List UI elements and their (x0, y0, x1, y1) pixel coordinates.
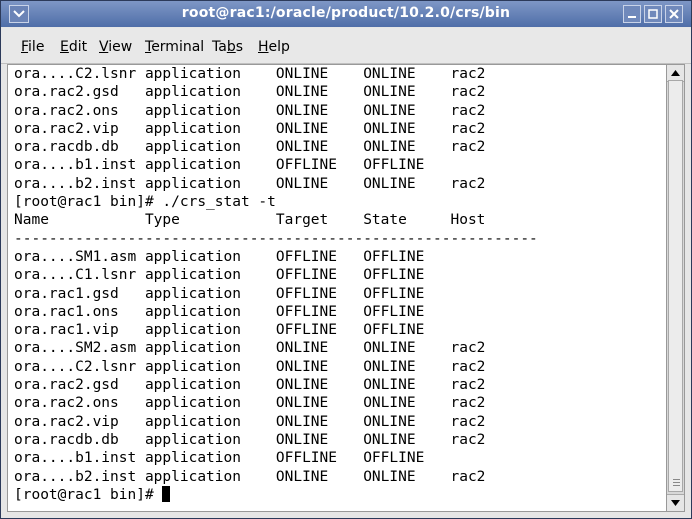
terminal-line: ora.rac1.ons application OFFLINE OFFLINE (14, 303, 425, 320)
menu-view[interactable]: View (99, 39, 132, 55)
terminal-line: ora....C2.lsnr application ONLINE ONLINE… (14, 358, 486, 375)
terminal-line: ora....b1.inst application OFFLINE OFFLI… (14, 450, 425, 467)
scrollbar-thumb[interactable] (668, 80, 683, 492)
title-bar[interactable]: root@rac1:/oracle/product/10.2.0/crs/bin (1, 1, 691, 27)
terminal-prompt: [root@rac1 bin]# (14, 486, 163, 503)
terminal-line: ora....SM2.asm application ONLINE ONLINE… (14, 340, 486, 357)
terminal-line: ora....b2.inst application ONLINE ONLINE… (14, 175, 486, 192)
close-icon (669, 9, 679, 19)
menu-file[interactable]: File (21, 39, 44, 55)
terminal-prompt-line: [root@rac1 bin]# (14, 485, 538, 504)
minimize-button[interactable] (623, 5, 641, 23)
terminal-line: ----------------------------------------… (14, 230, 538, 247)
terminal-line: ora.rac2.ons application ONLINE ONLINE r… (14, 395, 486, 412)
terminal-line: ora....b1.inst application OFFLINE OFFLI… (14, 157, 425, 174)
terminal-output[interactable]: ora....C2.lsnr application ONLINE ONLINE… (7, 64, 667, 512)
terminal-line: ora....C1.lsnr application OFFLINE OFFLI… (14, 267, 425, 284)
text-cursor (162, 485, 171, 502)
terminal-line: ora.rac1.vip application OFFLINE OFFLINE (14, 322, 425, 339)
terminal-text: ora....C2.lsnr application ONLINE ONLINE… (14, 65, 538, 504)
menu-edit[interactable]: Edit (60, 39, 87, 55)
terminal-line: ora.rac2.vip application ONLINE ONLINE r… (14, 413, 486, 430)
terminal-line: ora.rac2.gsd application ONLINE ONLINE r… (14, 377, 486, 394)
maximize-icon (648, 9, 658, 19)
terminal-line: ora....C2.lsnr application ONLINE ONLINE… (14, 66, 486, 82)
terminal-window: root@rac1:/oracle/product/10.2.0/crs/bin… (0, 0, 692, 519)
terminal-line: ora.rac1.gsd application OFFLINE OFFLINE (14, 285, 425, 302)
terminal-line: ora....b2.inst application ONLINE ONLINE… (14, 468, 486, 485)
terminal-line: ora.rac2.vip application ONLINE ONLINE r… (14, 120, 486, 137)
terminal-line: ora.racdb.db application ONLINE ONLINE r… (14, 431, 486, 448)
terminal-line: ora....SM1.asm application OFFLINE OFFLI… (14, 248, 425, 265)
menu-bar: File Edit View Terminal Tabs Help (1, 28, 691, 64)
close-button[interactable] (665, 5, 683, 23)
minimize-icon (628, 16, 636, 18)
terminal-line: ora.rac2.gsd application ONLINE ONLINE r… (14, 84, 486, 101)
menu-help[interactable]: Help (258, 39, 290, 55)
vertical-scrollbar[interactable] (666, 64, 685, 512)
arrow-down-icon (671, 500, 680, 506)
terminal-line: [root@rac1 bin]# ./crs_stat -t (14, 194, 276, 211)
terminal-line: ora.rac2.ons application ONLINE ONLINE r… (14, 102, 486, 119)
window-title: root@rac1:/oracle/product/10.2.0/crs/bin (181, 5, 511, 21)
scroll-down-button[interactable] (667, 494, 684, 511)
menu-tabs[interactable]: Tabs (212, 39, 243, 55)
maximize-button[interactable] (644, 5, 662, 23)
terminal-line: Name Type Target State Host (14, 212, 486, 229)
menu-terminal[interactable]: Terminal (145, 39, 204, 55)
arrow-up-icon (671, 70, 680, 76)
terminal-line: ora.racdb.db application ONLINE ONLINE r… (14, 139, 486, 156)
